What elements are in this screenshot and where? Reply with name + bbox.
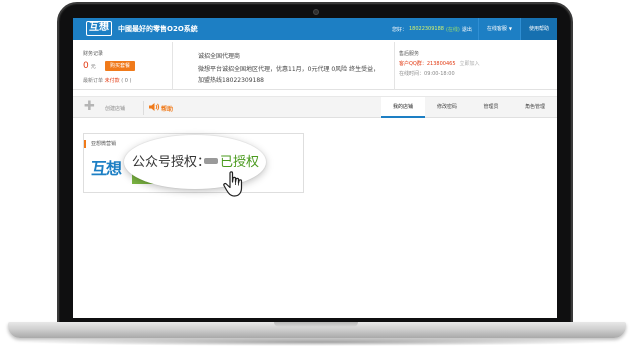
user-phone: 18022309188 bbox=[408, 26, 444, 32]
service-qq: 客户QQ群：213800465 立即加入 bbox=[399, 60, 480, 67]
service-time: 在线时间：09:00-18:00 bbox=[399, 70, 455, 77]
tab-role-management[interactable]: 角色管理 bbox=[513, 97, 557, 118]
top-nav-bar: 互想 中國最好的零售O2O系統 您好： 18022309188 (在线) 退出 … bbox=[73, 18, 557, 40]
store-logo: 互想 bbox=[91, 159, 122, 178]
buy-package-button[interactable]: 购买套餐 bbox=[105, 61, 135, 71]
top-nav-right: 您好： 18022309188 (在线) 退出 在线客服 ▼ 使用帮助 bbox=[392, 18, 557, 40]
qq-label: 客户QQ群： bbox=[399, 61, 427, 67]
tab-list: 我的店铺 修改密码 管理员 角色管理 bbox=[381, 97, 557, 118]
balance-value: 0元 bbox=[83, 61, 96, 71]
user-status: (在线) bbox=[445, 26, 460, 33]
authorization-label: 公众号授权： bbox=[132, 155, 211, 170]
account-label: 财务记录 bbox=[83, 51, 104, 57]
order-count: ( 0 ) bbox=[121, 78, 132, 84]
user-info: 您好： 18022309188 (在线) 退出 bbox=[392, 26, 478, 33]
agent-line-2: 加盟热线18022309188 bbox=[198, 77, 264, 84]
online-service-button[interactable]: 在线客服 ▼ bbox=[477, 18, 520, 40]
online-service-label: 在线客服 bbox=[486, 26, 507, 32]
agent-panel: 诚招全国代理商 微想平台诚招全国地区代理，优惠11月，0元代理 0风险 终生受益… bbox=[173, 42, 395, 90]
latest-order: 最新订单 未付款 ( 0 ) bbox=[83, 77, 131, 84]
order-label: 最新订单 bbox=[83, 78, 104, 84]
camera-icon bbox=[313, 9, 319, 15]
toolbar-tab-row: ✚ 创建店铺 帮助 我的店铺 修改密码 管理员 角色管理 bbox=[73, 96, 557, 118]
account-panel: 财务记录 0元 购买套餐 最新订单 未付款 ( 0 ) bbox=[73, 42, 173, 90]
service-panel: 售后服务 客户QQ群：213800465 立即加入 在线时间：09:00-18:0… bbox=[395, 42, 557, 90]
agent-line-1: 微想平台诚招全国地区代理，优惠11月，0元代理 0风险 终生受益， bbox=[198, 66, 380, 73]
logout-link[interactable]: 退出 bbox=[462, 26, 472, 33]
balance-amount: 0 bbox=[83, 61, 89, 71]
toolbar-divider bbox=[143, 101, 144, 115]
app-logo[interactable]: 互想 bbox=[86, 21, 112, 36]
laptop-frame: 互想 中國最好的零售O2O系統 您好： 18022309188 (在线) 退出 … bbox=[0, 0, 634, 351]
tab-change-password[interactable]: 修改密码 bbox=[425, 97, 469, 118]
time-value: 09:00-18:00 bbox=[424, 71, 455, 77]
laptop-notch bbox=[274, 322, 358, 327]
tab-admin[interactable]: 管理员 bbox=[469, 97, 513, 118]
info-row: 财务记录 0元 购买套餐 最新订单 未付款 ( 0 ) 诚招全国代理商 微想平台… bbox=[73, 42, 557, 90]
join-qq-link[interactable]: 立即加入 bbox=[460, 61, 480, 67]
system-title: 中國最好的零售O2O系統 bbox=[118, 25, 198, 33]
service-label: 售后服务 bbox=[399, 51, 420, 57]
order-unpaid-link[interactable]: 未付款 bbox=[105, 78, 120, 84]
agent-title: 诚招全国代理商 bbox=[198, 53, 241, 60]
help-link[interactable]: 帮助 bbox=[161, 104, 173, 113]
pointing-hand-icon bbox=[223, 171, 243, 197]
help-button[interactable]: 使用帮助 bbox=[519, 18, 557, 40]
laptop-shadow bbox=[18, 338, 616, 346]
plus-icon[interactable]: ✚ bbox=[84, 100, 95, 114]
key-icon bbox=[204, 158, 218, 164]
qq-number: 213800465 bbox=[426, 61, 456, 67]
user-greeting: 您好： bbox=[391, 26, 407, 33]
create-store-button[interactable]: 创建店铺 bbox=[105, 105, 125, 112]
chevron-down-icon: ▼ bbox=[508, 26, 512, 31]
time-label: 在线时间： bbox=[399, 71, 425, 77]
tab-my-store[interactable]: 我的店铺 bbox=[381, 97, 425, 118]
store-name: 亚想微营销 bbox=[84, 140, 116, 148]
balance-unit: 元 bbox=[90, 64, 96, 70]
authorization-status[interactable]: 已授权 bbox=[220, 151, 259, 170]
speaker-icon bbox=[149, 103, 160, 111]
